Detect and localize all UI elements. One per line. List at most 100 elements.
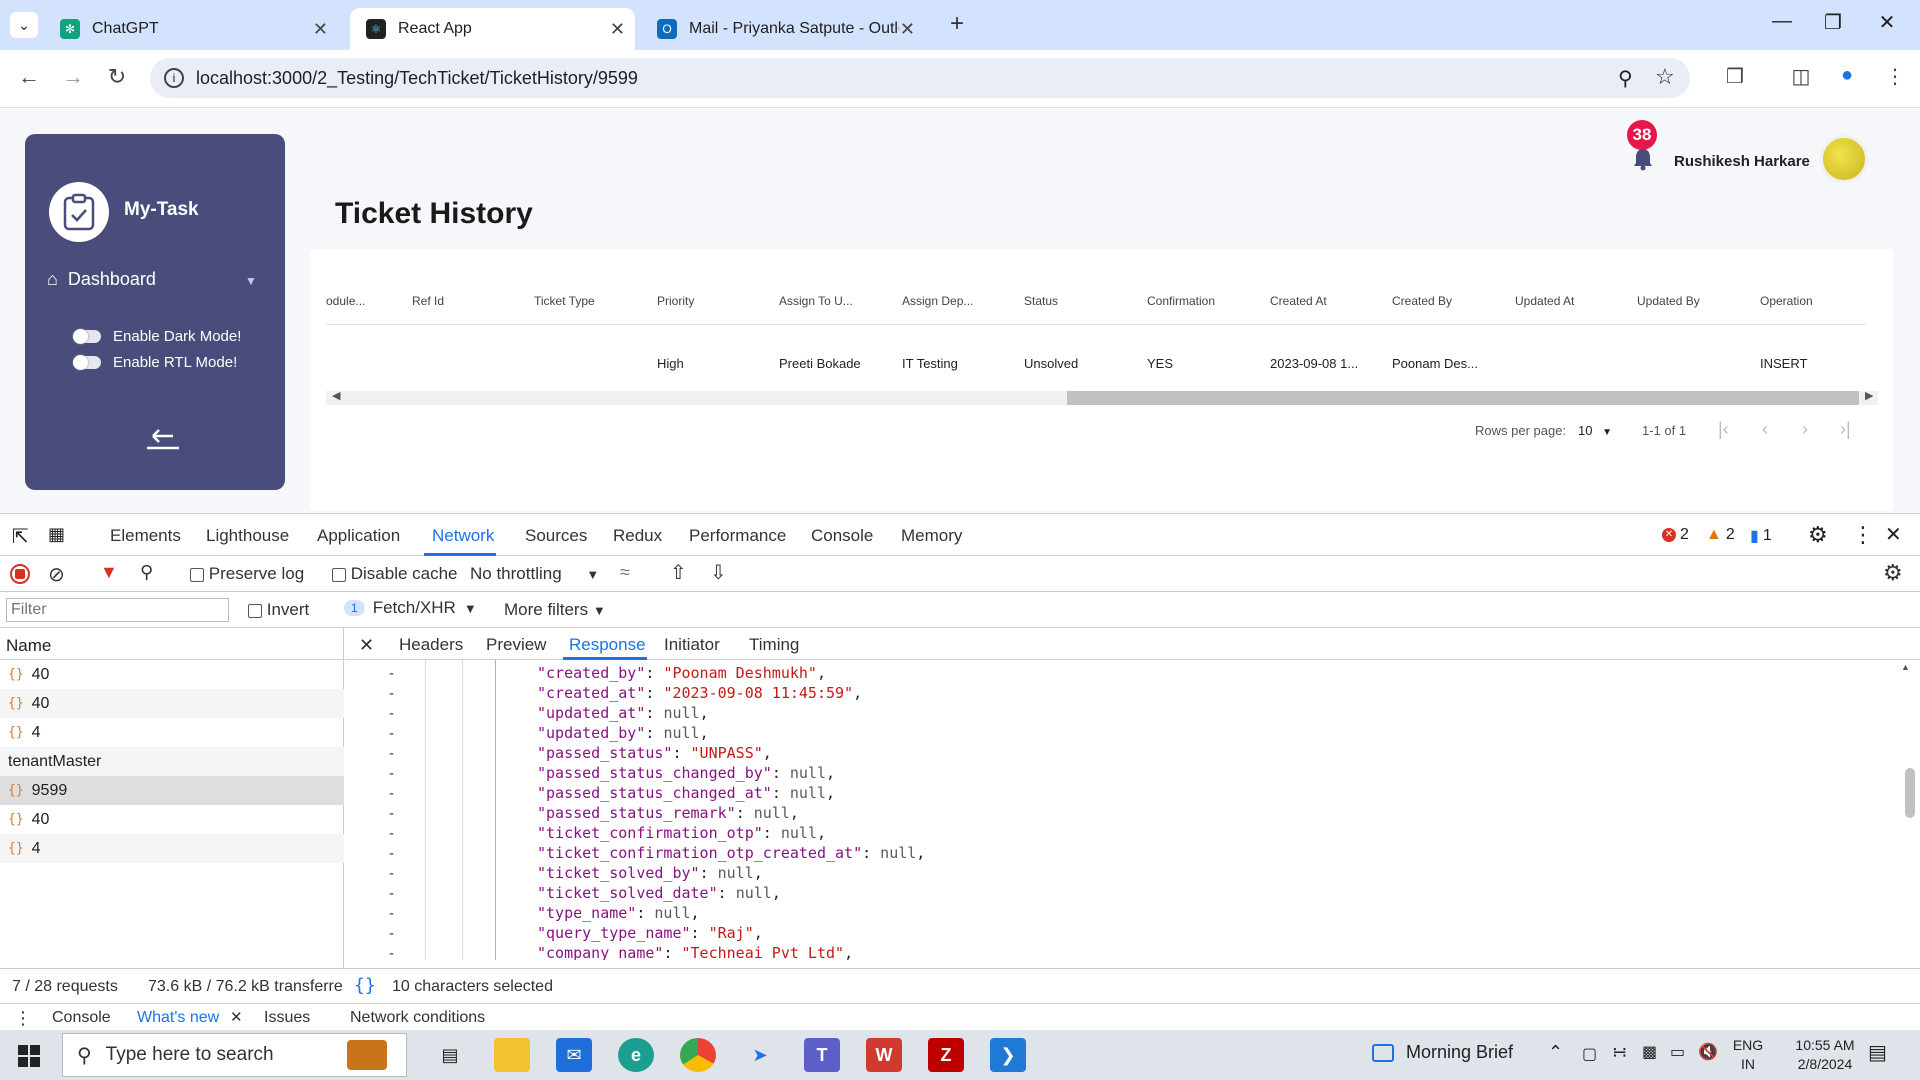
close-drawer-tab-icon[interactable]: ✕ — [230, 1008, 243, 1026]
taskbar-search[interactable]: ⚲ Type here to search — [62, 1033, 407, 1077]
back-icon[interactable]: ← — [14, 64, 44, 90]
tab-outlook-mail[interactable]: O Mail - Priyanka Satpute - Outlo ✕ — [645, 8, 925, 50]
close-tab-icon[interactable]: ✕ — [610, 19, 625, 40]
response-body[interactable]: - "created_by": "Poonam Deshmukh", - "creat… — [345, 660, 1905, 960]
reload-icon[interactable]: ↻ — [102, 64, 132, 90]
profile-icon[interactable]: ● — [1832, 64, 1862, 87]
display-icon[interactable]: ▩ — [1642, 1042, 1657, 1062]
invert-checkbox[interactable]: Invert — [248, 600, 309, 620]
tab-search-button[interactable]: ⌄ — [10, 12, 38, 38]
drawer-tab-network-conditions[interactable]: Network conditions — [350, 1009, 485, 1027]
settings-gear-icon[interactable]: ⚙ — [1808, 522, 1828, 548]
bell-icon[interactable] — [1632, 147, 1654, 177]
restore-icon[interactable]: ❐ — [1813, 10, 1853, 35]
devtools-tab-sources[interactable]: Sources — [525, 526, 587, 546]
drawer-menu-icon[interactable]: ⋮ — [14, 1008, 32, 1029]
file-explorer-icon[interactable] — [494, 1038, 530, 1072]
close-devtools-icon[interactable]: ✕ — [1885, 522, 1902, 547]
request-row[interactable]: {} 40 — [0, 660, 344, 689]
column-header[interactable]: Created At — [1270, 294, 1327, 308]
scroll-left-icon[interactable]: ◀ — [332, 389, 340, 402]
request-row[interactable]: {} 4 — [0, 718, 344, 747]
tab-response[interactable]: Response — [569, 635, 646, 655]
last-page-icon[interactable]: ›| — [1840, 419, 1851, 440]
more-options-icon[interactable]: ⋮ — [1852, 522, 1874, 548]
column-header[interactable]: Created By — [1392, 294, 1452, 308]
column-header[interactable]: odule... — [326, 294, 365, 308]
widgets-button[interactable]: Morning Brief — [1372, 1042, 1513, 1063]
notifications-icon[interactable]: ▤ — [1868, 1040, 1887, 1065]
edge-icon[interactable]: e — [618, 1038, 654, 1072]
windows-start-icon[interactable] — [18, 1045, 40, 1072]
filter-funnel-icon[interactable]: ▼ — [100, 562, 118, 583]
wifi-icon[interactable]: ∺ — [1612, 1042, 1627, 1063]
import-har-icon[interactable]: ⇧ — [670, 560, 687, 585]
first-page-icon[interactable]: |‹ — [1718, 419, 1729, 440]
toggle-switch[interactable] — [73, 355, 101, 370]
scroll-up-icon[interactable]: ▲ — [1901, 662, 1910, 672]
device-toolbar-icon[interactable]: ▦ — [48, 524, 65, 545]
devtools-tab-memory[interactable]: Memory — [901, 526, 962, 546]
format-braces-icon[interactable]: {} — [354, 975, 376, 996]
column-header[interactable]: Priority — [657, 294, 694, 308]
next-page-icon[interactable]: › — [1802, 419, 1808, 440]
bluetooth-app-icon[interactable]: ➤ — [742, 1038, 778, 1072]
devtools-tab-redux[interactable]: Redux — [613, 526, 662, 546]
devtools-tab-elements[interactable]: Elements — [110, 526, 181, 546]
tab-react-app[interactable]: ⚛ React App ✕ — [350, 8, 635, 50]
vscode-icon[interactable]: ❯ — [990, 1038, 1026, 1072]
column-header[interactable]: Ticket Type — [534, 294, 595, 308]
scroll-right-icon[interactable]: ▶ — [1865, 389, 1873, 402]
extensions-icon[interactable]: ❒ — [1720, 64, 1750, 89]
sidebar-item-dashboard[interactable]: ⌂ Dashboard — [47, 269, 156, 290]
network-conditions-icon[interactable]: ≈ — [620, 562, 630, 583]
export-har-icon[interactable]: ⇩ — [710, 560, 727, 585]
column-header[interactable]: Operation — [1760, 294, 1813, 308]
rtl-mode-toggle[interactable]: Enable RTL Mode! — [73, 354, 237, 371]
devtools-tab-network[interactable]: Network — [432, 526, 494, 546]
devtools-tab-performance[interactable]: Performance — [689, 526, 786, 546]
chevron-down-icon[interactable]: ▼ — [245, 274, 257, 288]
devtools-tab-console[interactable]: Console — [811, 526, 873, 546]
column-header[interactable]: Confirmation — [1147, 294, 1215, 308]
column-header[interactable]: Assign Dep... — [902, 294, 973, 308]
column-header[interactable]: Ref Id — [412, 294, 444, 308]
tab-headers[interactable]: Headers — [399, 635, 463, 655]
close-tab-icon[interactable]: ✕ — [313, 19, 328, 40]
bookmark-star-icon[interactable]: ☆ — [1655, 64, 1675, 90]
warning-count[interactable]: ▲ 2 — [1706, 526, 1735, 544]
drawer-tab-console[interactable]: Console — [52, 1009, 111, 1027]
name-column-header[interactable]: Name — [0, 628, 344, 660]
site-info-icon[interactable]: i — [164, 68, 184, 88]
drawer-tab-whats-new[interactable]: What's new — [137, 1009, 219, 1027]
info-count[interactable]: ▮ 1 — [1750, 526, 1772, 546]
scrollbar-thumb[interactable] — [1067, 391, 1859, 405]
wps-office-icon[interactable]: W — [866, 1038, 902, 1072]
side-panel-icon[interactable]: ◫ — [1786, 64, 1816, 89]
collapse-sidebar-icon[interactable] — [145, 426, 181, 458]
network-settings-gear-icon[interactable]: ⚙ — [1883, 560, 1903, 586]
request-row-selected[interactable]: {} 9599 — [0, 776, 344, 805]
zoom-icon[interactable]: ⚲ — [1618, 66, 1633, 91]
devtools-tab-application[interactable]: Application — [317, 526, 400, 546]
battery-icon[interactable]: ▭ — [1670, 1042, 1685, 1062]
prev-page-icon[interactable]: ‹ — [1762, 419, 1768, 440]
vertical-scrollbar-thumb[interactable] — [1905, 768, 1915, 818]
filezilla-icon[interactable]: Z — [928, 1038, 964, 1072]
input-language[interactable]: ENG IN — [1730, 1036, 1766, 1074]
minimize-icon[interactable]: — — [1762, 10, 1802, 33]
column-header[interactable]: Status — [1024, 294, 1058, 308]
address-bar[interactable]: i localhost:3000/2_Testing/TechTicket/Ti… — [150, 58, 1690, 98]
search-icon[interactable]: ⚲ — [140, 562, 153, 583]
user-name[interactable]: Rushikesh Harkare — [1674, 153, 1810, 170]
forward-icon[interactable]: → — [58, 64, 88, 90]
notification-badge[interactable]: 38 — [1627, 120, 1657, 150]
show-hidden-icons-icon[interactable]: ⌃ — [1548, 1042, 1563, 1063]
request-row[interactable]: tenantMaster — [0, 747, 344, 776]
column-header[interactable]: Assign To U... — [779, 294, 853, 308]
task-view-icon[interactable]: ▤ — [432, 1038, 468, 1072]
tab-timing[interactable]: Timing — [749, 635, 799, 655]
avatar[interactable] — [1820, 135, 1868, 183]
devtools-tab-lighthouse[interactable]: Lighthouse — [206, 526, 289, 546]
disable-cache-checkbox[interactable]: Disable cache — [332, 564, 458, 584]
